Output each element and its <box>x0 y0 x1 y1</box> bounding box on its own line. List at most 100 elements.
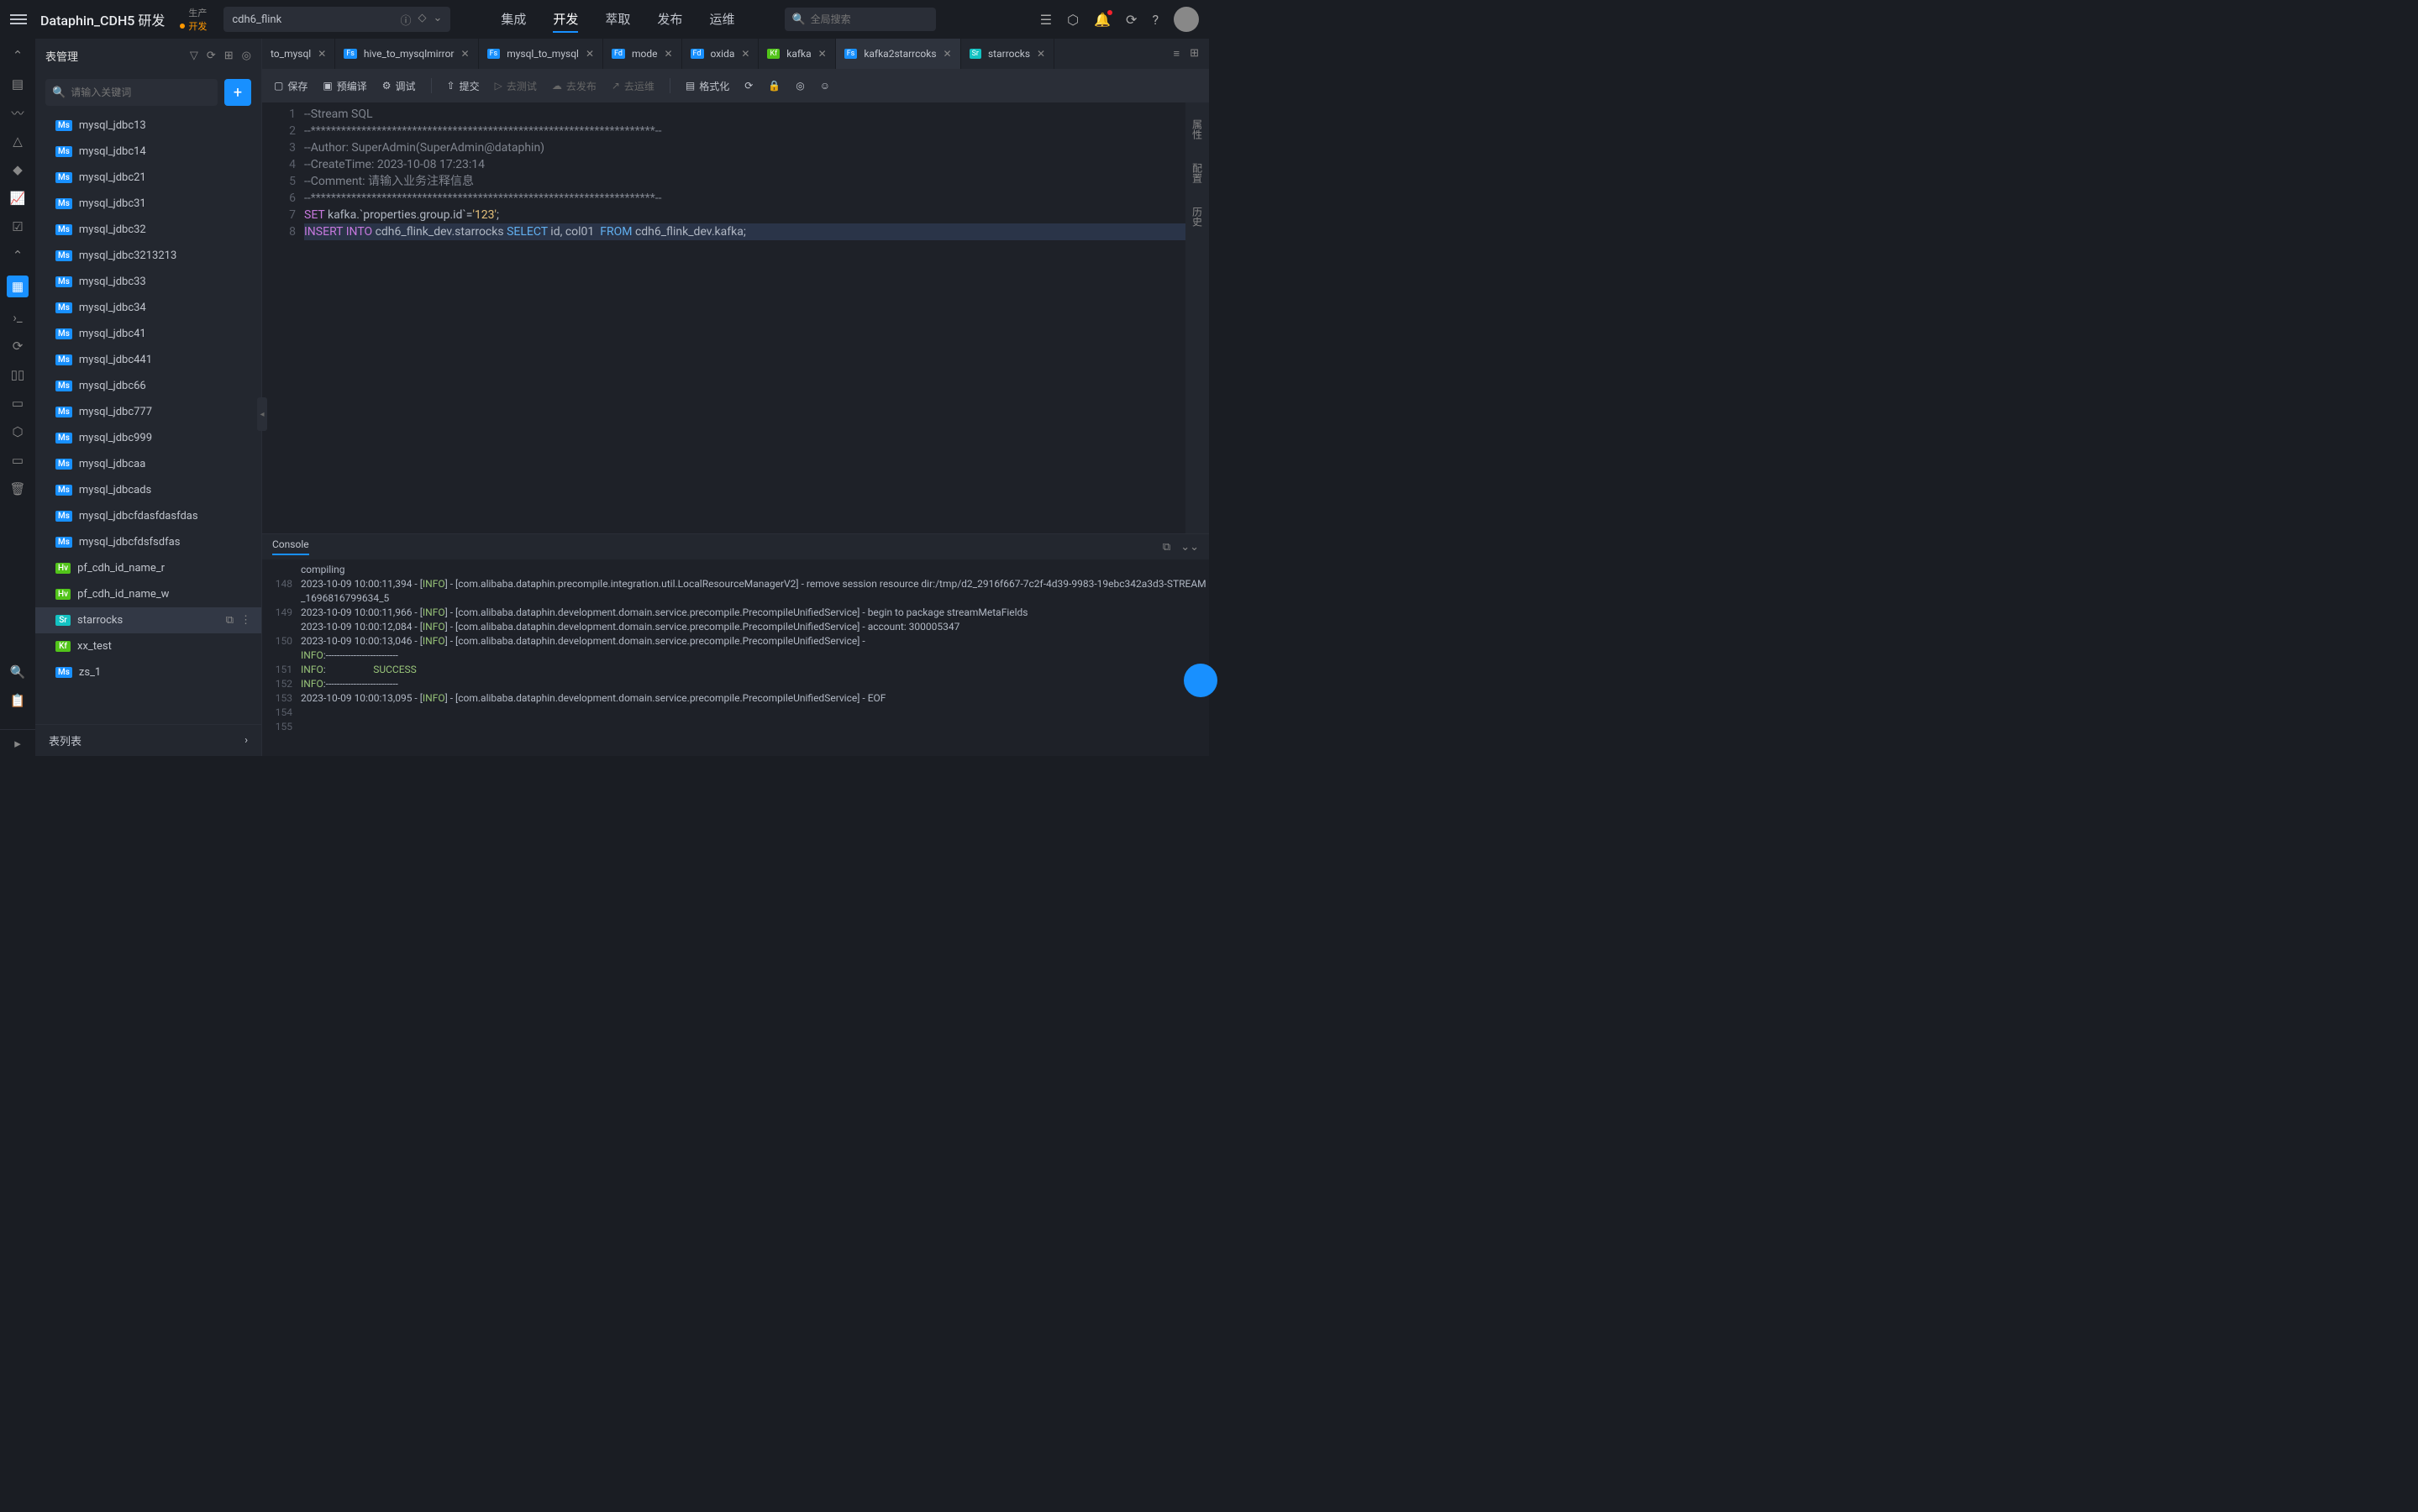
rail-icon-6[interactable]: ☑ <box>9 218 26 235</box>
tree-item[interactable]: Mszs_1⧉⋮ <box>35 659 261 685</box>
console-tab[interactable]: Console <box>272 538 309 555</box>
menu-icon[interactable] <box>10 14 27 24</box>
tab[interactable]: Fdmode✕ <box>603 39 682 69</box>
rail-icon-3[interactable]: △ <box>9 133 26 150</box>
tree-item[interactable]: Srstarrocks⧉⋮ <box>35 607 261 633</box>
rail-search-icon[interactable]: 🔍 <box>9 664 26 680</box>
workspace-input[interactable] <box>232 13 400 26</box>
rail-table-icon[interactable]: ▦ <box>7 276 29 297</box>
side-search-input[interactable] <box>71 87 211 98</box>
new-folder-icon[interactable]: ⊞ <box>224 50 234 62</box>
copy-icon[interactable]: ⧉ <box>226 614 234 627</box>
rail-icon-9[interactable]: ▯▯ <box>9 366 26 383</box>
tree-item[interactable]: Msmysql_jdbc999⧉⋮ <box>35 425 261 451</box>
close-icon[interactable]: ✕ <box>741 48 749 60</box>
save-button[interactable]: ▢保存 <box>274 79 308 93</box>
nav-develop[interactable]: 开发 <box>553 7 578 33</box>
tab[interactable]: to_mysql✕ <box>262 39 335 69</box>
tab[interactable]: Kfkafka✕ <box>759 39 835 69</box>
debug-button[interactable]: ⚙调试 <box>382 79 416 93</box>
tree-item[interactable]: Msmysql_jdbc32⧉⋮ <box>35 217 261 243</box>
global-search[interactable]: 🔍 <box>785 8 936 31</box>
clear-icon[interactable]: ◇ <box>418 12 426 28</box>
tree-item[interactable]: Hvpf_cdh_id_name_r⧉⋮ <box>35 555 261 581</box>
close-icon[interactable]: ✕ <box>461 48 470 60</box>
tree-item[interactable]: Msmysql_jdbc441⧉⋮ <box>35 347 261 373</box>
tree-item[interactable]: Msmysql_jdbc777⧉⋮ <box>35 399 261 425</box>
console-body[interactable]: 148 149 150 151152153154155 compiling202… <box>262 559 1209 756</box>
popout-icon[interactable]: ⧉ <box>1163 541 1170 554</box>
refresh-icon[interactable]: ⟳ <box>1126 12 1137 28</box>
rail-icon-2[interactable]: 〰 <box>9 104 26 121</box>
locate-icon[interactable]: ◎ <box>242 50 251 62</box>
tree-item[interactable]: Msmysql_jdbc33⧉⋮ <box>35 269 261 295</box>
close-icon[interactable]: ✕ <box>318 48 326 60</box>
side-footer[interactable]: 表列表 › <box>35 724 261 756</box>
tree-item[interactable]: Msmysql_jdbc21⧉⋮ <box>35 165 261 191</box>
calendar-icon[interactable]: ☰ <box>1040 12 1052 28</box>
info-icon[interactable]: ⓘ <box>400 12 411 28</box>
tab[interactable]: Fshive_to_mysqlmirror✕ <box>335 39 478 69</box>
more-icon[interactable]: ⋮ <box>240 614 251 627</box>
tree-item[interactable]: Msmysql_jdbc41⧉⋮ <box>35 321 261 347</box>
bell-icon[interactable]: 🔔 <box>1094 12 1111 28</box>
tree-item[interactable]: Msmysql_jdbcads⧉⋮ <box>35 477 261 503</box>
close-icon[interactable]: ✕ <box>818 48 827 60</box>
tree-item[interactable]: Msmysql_jdbcfdasfdasfdas⧉⋮ <box>35 503 261 529</box>
close-icon[interactable]: ✕ <box>664 48 672 60</box>
rail-folder-icon[interactable]: ▭ <box>9 452 26 469</box>
tree-item[interactable]: Msmysql_jdbcfdsfsdfas⧉⋮ <box>35 529 261 555</box>
nav-extract[interactable]: 萃取 <box>605 7 630 33</box>
filter-icon[interactable]: ▽ <box>190 50 198 62</box>
smile-icon[interactable]: ☺ <box>820 80 830 92</box>
split-handle[interactable]: ◂ <box>257 397 267 431</box>
refresh2-icon[interactable]: ⟳ <box>744 80 753 92</box>
side-search[interactable]: 🔍 <box>45 79 218 106</box>
nav-integrate[interactable]: 集成 <box>501 7 526 33</box>
tree-item[interactable]: Msmysql_jdbc66⧉⋮ <box>35 373 261 399</box>
chevron-down-icon[interactable]: ⌄ <box>433 12 442 28</box>
rail-icon-11[interactable]: ⬡ <box>9 423 26 440</box>
fab-button[interactable] <box>1184 664 1217 697</box>
tab[interactable]: Fsmysql_to_mysql✕ <box>479 39 603 69</box>
env-badge[interactable]: 生产 开发 <box>180 6 207 33</box>
editor[interactable]: 12345678 --Stream SQL--*****************… <box>262 102 1185 533</box>
tab[interactable]: Fdoxida✕ <box>682 39 760 69</box>
rail-icon-10[interactable]: ▭ <box>9 395 26 412</box>
close-icon[interactable]: ✕ <box>1037 48 1045 60</box>
add-button[interactable]: + <box>224 79 251 106</box>
rail-collapse-up-icon-2[interactable]: ⌃ <box>9 247 26 264</box>
rail-clipboard-icon[interactable]: 📋 <box>9 692 26 709</box>
collapse-icon[interactable]: ⌄⌄ <box>1180 541 1199 554</box>
nav-ops[interactable]: 运维 <box>709 7 734 33</box>
workspace-select[interactable]: ⓘ ◇ ⌄ <box>223 7 450 32</box>
help-icon[interactable]: ? <box>1152 12 1159 28</box>
tree-item[interactable]: Msmysql_jdbc14⧉⋮ <box>35 139 261 165</box>
rail-trash-icon[interactable]: 🗑 <box>9 480 26 497</box>
list-icon[interactable]: ≡ <box>1174 47 1180 60</box>
tree-item[interactable]: Msmysql_jdbc34⧉⋮ <box>35 295 261 321</box>
props-tab[interactable]: 属性 <box>1191 119 1205 139</box>
tree-item[interactable]: Msmysql_jdbc31⧉⋮ <box>35 191 261 217</box>
avatar[interactable] <box>1174 7 1199 32</box>
close-icon[interactable]: ✕ <box>586 48 594 60</box>
close-icon[interactable]: ✕ <box>944 48 952 60</box>
tree-item[interactable]: Hvpf_cdh_id_name_w⧉⋮ <box>35 581 261 607</box>
tree-item[interactable]: Kfxx_test⧉⋮ <box>35 633 261 659</box>
nav-publish[interactable]: 发布 <box>657 7 682 33</box>
tab[interactable]: Fskafka2starrcoks✕ <box>836 39 961 69</box>
bug-icon[interactable]: ⬡ <box>1067 12 1079 28</box>
rail-icon-1[interactable]: ▤ <box>9 76 26 92</box>
history-tab[interactable]: 历史 <box>1191 207 1205 227</box>
tree-item[interactable]: Msmysql_jdbcaa⧉⋮ <box>35 451 261 477</box>
global-search-input[interactable] <box>811 13 942 25</box>
format-button[interactable]: ▤格式化 <box>686 79 729 93</box>
grid-icon[interactable]: ⊞ <box>1190 47 1199 60</box>
rail-icon-4[interactable]: ◆ <box>9 161 26 178</box>
precompile-button[interactable]: ▣预编译 <box>323 79 366 93</box>
rail-terminal-icon[interactable]: ›_ <box>9 309 26 326</box>
rail-collapse-up-icon[interactable]: ⌃ <box>9 47 26 64</box>
submit-button[interactable]: ⇧提交 <box>447 79 480 93</box>
tree-item[interactable]: Msmysql_jdbc3213213⧉⋮ <box>35 243 261 269</box>
rail-icon-5[interactable]: 📈 <box>9 190 26 207</box>
